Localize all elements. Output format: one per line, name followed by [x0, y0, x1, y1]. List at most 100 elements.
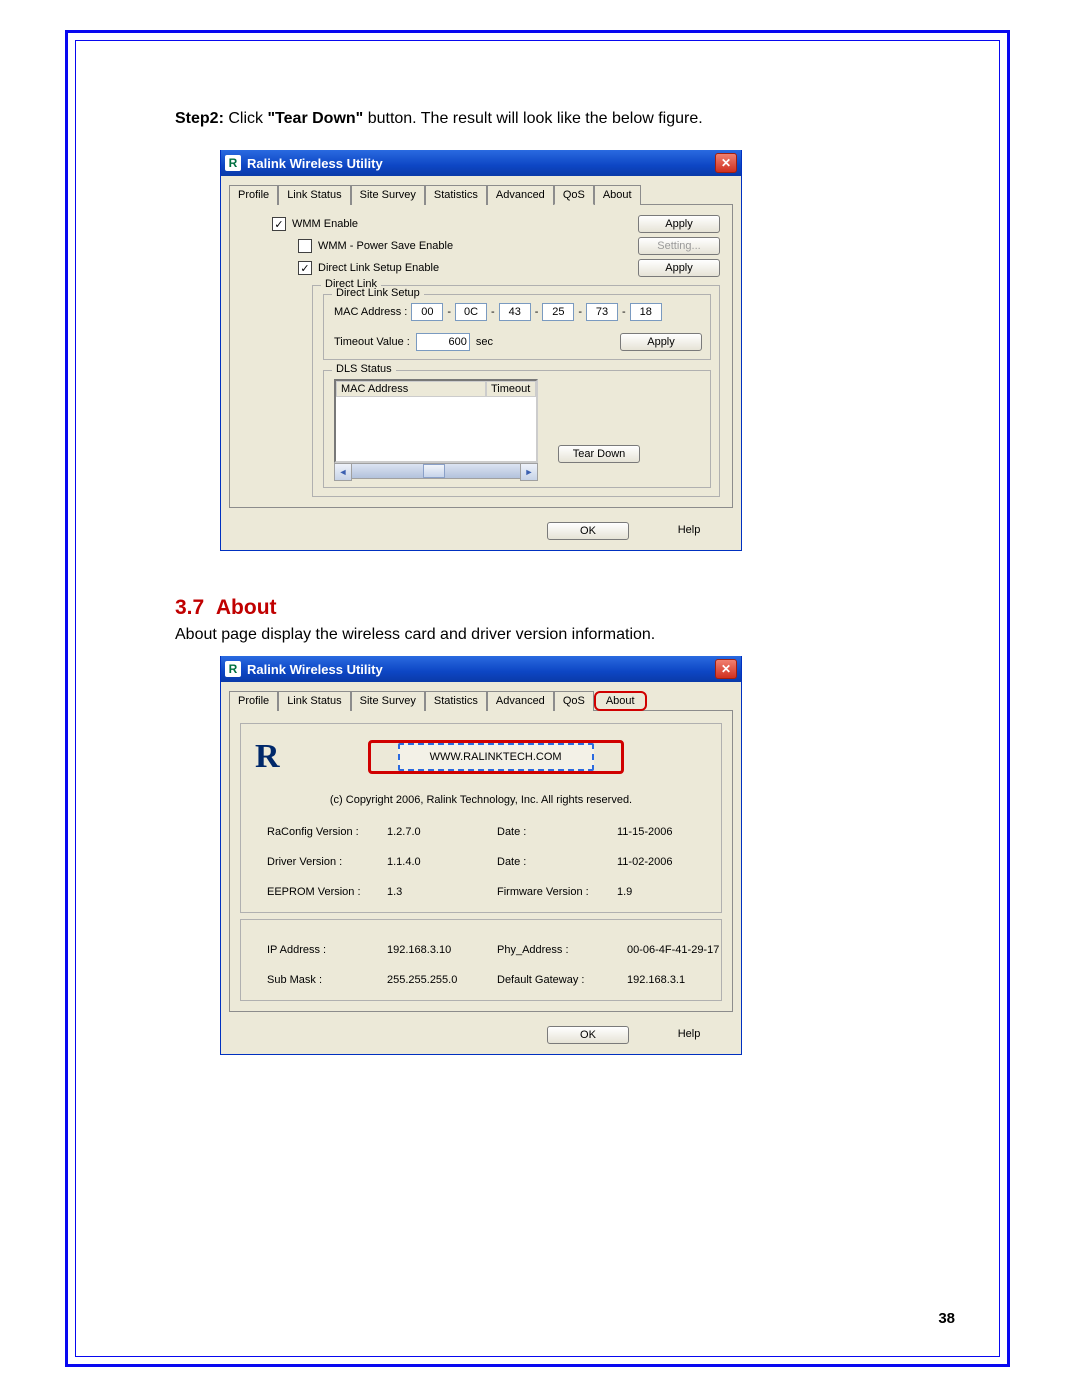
wmm-powersave-checkbox[interactable]: WMM - Power Save Enable: [298, 239, 453, 253]
wmm-enable-checkbox[interactable]: ✓ WMM Enable: [272, 217, 358, 231]
close-icon[interactable]: ✕: [715, 659, 737, 679]
scroll-thumb[interactable]: [423, 464, 445, 478]
tab-profile[interactable]: Profile: [229, 691, 278, 711]
ok-button[interactable]: OK: [547, 522, 629, 540]
mac-field-4[interactable]: [586, 303, 618, 321]
step-rest: button. The result will look like the be…: [363, 110, 702, 127]
ralink-logo-icon: R: [255, 738, 280, 776]
tab-statistics[interactable]: Statistics: [425, 185, 487, 205]
window-title: Ralink Wireless Utility: [247, 156, 383, 171]
tab-advanced[interactable]: Advanced: [487, 691, 554, 711]
raconfig-value: 1.2.7.0: [387, 826, 497, 838]
tab-site-survey[interactable]: Site Survey: [351, 185, 425, 205]
driver-date: 11-02-2006: [617, 856, 737, 868]
col-mac: MAC Address: [336, 381, 486, 397]
wmm-enable-label: WMM Enable: [292, 218, 358, 230]
step-bold: "Tear Down": [267, 110, 363, 127]
mac-field-3[interactable]: [542, 303, 574, 321]
ip-label: IP Address :: [267, 944, 387, 956]
network-frame: IP Address : 192.168.3.10 Phy_Address : …: [240, 919, 722, 1001]
scroll-track[interactable]: [352, 463, 520, 479]
apply-button[interactable]: Apply: [638, 215, 720, 233]
timeout-unit: sec: [476, 336, 493, 348]
timeout-field[interactable]: [416, 333, 470, 351]
step-verb: Click: [224, 110, 268, 127]
checkbox-empty-icon: [298, 239, 312, 253]
firmware-value: 1.9: [617, 886, 737, 898]
driver-value: 1.1.4.0: [387, 856, 497, 868]
direct-link-group: Direct Link Direct Link Setup MAC Addres…: [312, 285, 720, 497]
driver-label: Driver Version :: [267, 856, 387, 868]
date-label: Date :: [497, 856, 617, 868]
copyright-text: (c) Copyright 2006, Ralink Technology, I…: [255, 794, 707, 806]
titlebar[interactable]: R Ralink Wireless Utility ✕: [221, 656, 741, 682]
help-button[interactable]: Help: [649, 522, 729, 540]
timeout-label: Timeout Value :: [334, 336, 410, 348]
raconfig-date: 11-15-2006: [617, 826, 737, 838]
section-heading: 3.7 About: [175, 596, 975, 620]
tab-site-survey[interactable]: Site Survey: [351, 691, 425, 711]
about-description: About page display the wireless card and…: [175, 626, 975, 644]
window-title: Ralink Wireless Utility: [247, 662, 383, 677]
mac-field-2[interactable]: [499, 303, 531, 321]
dls-table[interactable]: MAC Address Timeout: [334, 379, 538, 463]
mac-field-5[interactable]: [630, 303, 662, 321]
direct-link-enable-label: Direct Link Setup Enable: [318, 262, 439, 274]
apply-button[interactable]: Apply: [620, 333, 702, 351]
scroll-right-icon[interactable]: ►: [520, 463, 538, 481]
tab-qos[interactable]: QoS: [554, 185, 594, 205]
version-grid: RaConfig Version : 1.2.7.0 Date : 11-15-…: [267, 826, 707, 898]
apply-button[interactable]: Apply: [638, 259, 720, 277]
mac-field-1[interactable]: [455, 303, 487, 321]
url-button[interactable]: WWW.RALINKTECH.COM: [398, 743, 594, 771]
mac-field-0[interactable]: [411, 303, 443, 321]
direct-link-enable-checkbox[interactable]: ✓ Direct Link Setup Enable: [298, 261, 439, 275]
mask-label: Sub Mask :: [267, 974, 387, 986]
app-icon: R: [225, 155, 241, 171]
about-window: R Ralink Wireless Utility ✕ Profile Link…: [220, 656, 742, 1055]
setting-button: Setting...: [638, 237, 720, 255]
step-text: Step2: Click "Tear Down" button. The res…: [175, 110, 975, 128]
document-page: Step2: Click "Tear Down" button. The res…: [0, 0, 1080, 1397]
dialog-buttons: OK Help: [221, 1020, 741, 1054]
page-number: 38: [938, 1310, 955, 1327]
direct-link-setup-group: Direct Link Setup MAC Address : - - - - …: [323, 294, 711, 360]
help-button[interactable]: Help: [649, 1026, 729, 1044]
close-icon[interactable]: ✕: [715, 153, 737, 173]
about-panel: R WWW.RALINKTECH.COM (c) Copyright 2006,…: [229, 710, 733, 1012]
tab-qos[interactable]: QoS: [554, 691, 594, 711]
section-title: About: [216, 596, 277, 619]
raconfig-label: RaConfig Version :: [267, 826, 387, 838]
step-prefix: Step2:: [175, 110, 224, 127]
qos-window: R Ralink Wireless Utility ✕ Profile Link…: [220, 150, 742, 551]
checkbox-checked-icon: ✓: [272, 217, 286, 231]
ip-value: 192.168.3.10: [387, 944, 497, 956]
titlebar[interactable]: R Ralink Wireless Utility ✕: [221, 150, 741, 176]
tab-link-status[interactable]: Link Status: [278, 185, 350, 205]
tab-about-selected[interactable]: About: [594, 691, 647, 711]
horizontal-scrollbar[interactable]: ◄ ►: [334, 463, 538, 479]
dls-table-header: MAC Address Timeout: [336, 381, 536, 397]
ok-button[interactable]: OK: [547, 1026, 629, 1044]
tab-profile[interactable]: Profile: [229, 185, 278, 205]
page-content: Step2: Click "Tear Down" button. The res…: [100, 60, 975, 1337]
network-grid: IP Address : 192.168.3.10 Phy_Address : …: [267, 944, 707, 986]
direct-link-setup-legend: Direct Link Setup: [332, 287, 424, 299]
firmware-label: Firmware Version :: [497, 886, 617, 898]
tab-about[interactable]: About: [594, 185, 641, 205]
checkbox-checked-icon: ✓: [298, 261, 312, 275]
dls-status-legend: DLS Status: [332, 363, 396, 375]
tab-advanced[interactable]: Advanced: [487, 185, 554, 205]
scroll-left-icon[interactable]: ◄: [334, 463, 352, 481]
eeprom-value: 1.3: [387, 886, 497, 898]
eeprom-label: EEPROM Version :: [267, 886, 387, 898]
tear-down-button[interactable]: Tear Down: [558, 445, 640, 463]
tab-bar: Profile Link Status Site Survey Statisti…: [229, 690, 733, 710]
phy-value: 00-06-4F-41-29-17: [627, 944, 747, 956]
about-frame: R WWW.RALINKTECH.COM (c) Copyright 2006,…: [240, 723, 722, 913]
tab-statistics[interactable]: Statistics: [425, 691, 487, 711]
app-icon: R: [225, 661, 241, 677]
tab-link-status[interactable]: Link Status: [278, 691, 350, 711]
wmm-powersave-label: WMM - Power Save Enable: [318, 240, 453, 252]
gateway-label: Default Gateway :: [497, 974, 627, 986]
